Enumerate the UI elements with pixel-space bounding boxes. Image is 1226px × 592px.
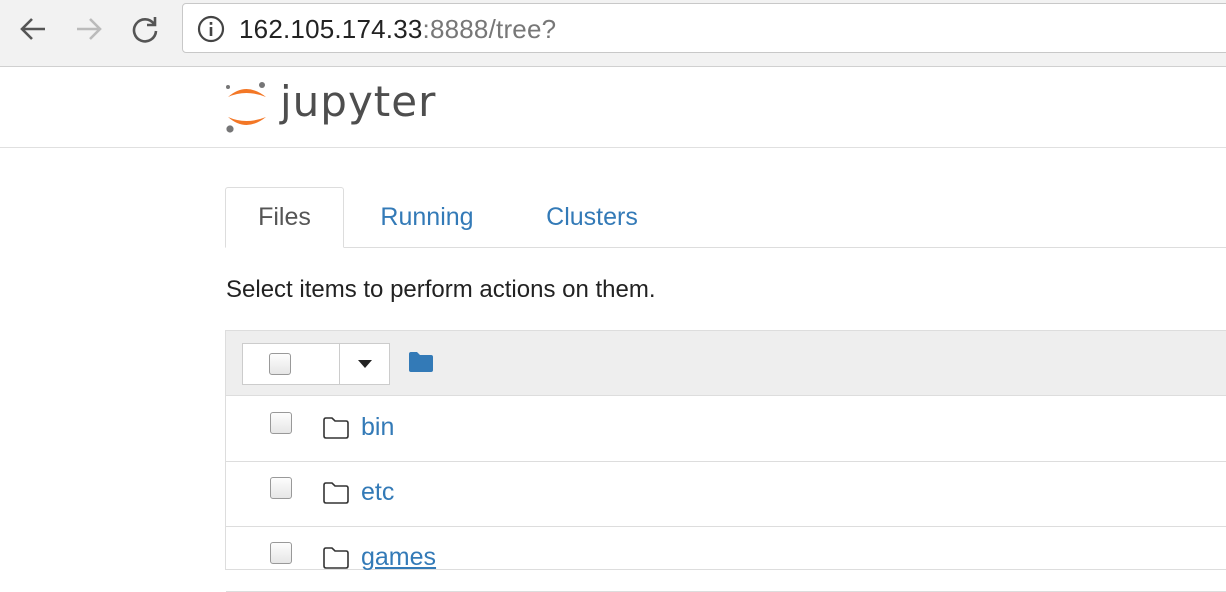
- tab-files[interactable]: Files: [225, 187, 344, 248]
- list-item: bin: [226, 396, 1226, 462]
- url-text[interactable]: 162.105.174.33:8888/tree?: [239, 14, 556, 45]
- list-item: games: [226, 526, 1226, 592]
- file-list-header: [226, 331, 1226, 396]
- list-item: etc: [226, 461, 1226, 527]
- row-checkbox[interactable]: [270, 542, 292, 564]
- row-checkbox[interactable]: [270, 477, 292, 499]
- folder-icon: [323, 417, 349, 439]
- file-link[interactable]: etc: [361, 478, 394, 507]
- info-icon[interactable]: [197, 15, 225, 43]
- file-link[interactable]: bin: [361, 413, 394, 442]
- url-host: 162.105.174.33: [239, 14, 423, 44]
- file-list: bin etc games: [225, 330, 1226, 592]
- jupyter-logo-text[interactable]: jupyter: [280, 77, 436, 126]
- reload-icon: [132, 17, 158, 43]
- select-all-button[interactable]: [242, 343, 340, 385]
- address-bar[interactable]: 162.105.174.33:8888/tree?: [182, 3, 1226, 53]
- forward-button[interactable]: [72, 12, 106, 46]
- tab-bar: Files Running Clusters: [225, 187, 1226, 248]
- url-path: :8888/tree?: [422, 14, 557, 44]
- jupyter-logo-icon[interactable]: [222, 79, 272, 135]
- selection-dropdown-button[interactable]: [340, 343, 390, 385]
- tab-clusters[interactable]: Clusters: [525, 187, 659, 247]
- select-all-checkbox[interactable]: [269, 353, 291, 375]
- caret-down-icon: [357, 360, 372, 368]
- arrow-right-icon: [77, 18, 102, 40]
- folder-home-icon[interactable]: [408, 351, 434, 373]
- folder-icon: [323, 482, 349, 504]
- folder-icon: [323, 547, 349, 569]
- tab-running[interactable]: Running: [359, 187, 495, 247]
- arrow-left-icon: [20, 18, 45, 40]
- browser-toolbar: 162.105.174.33:8888/tree?: [0, 0, 1226, 67]
- back-button[interactable]: [16, 12, 50, 46]
- jupyter-header: jupyter: [0, 67, 1226, 148]
- selection-hint: Select items to perform actions on them.: [226, 276, 656, 303]
- file-link[interactable]: games: [361, 543, 436, 572]
- row-checkbox[interactable]: [270, 412, 292, 434]
- reload-button[interactable]: [128, 12, 162, 46]
